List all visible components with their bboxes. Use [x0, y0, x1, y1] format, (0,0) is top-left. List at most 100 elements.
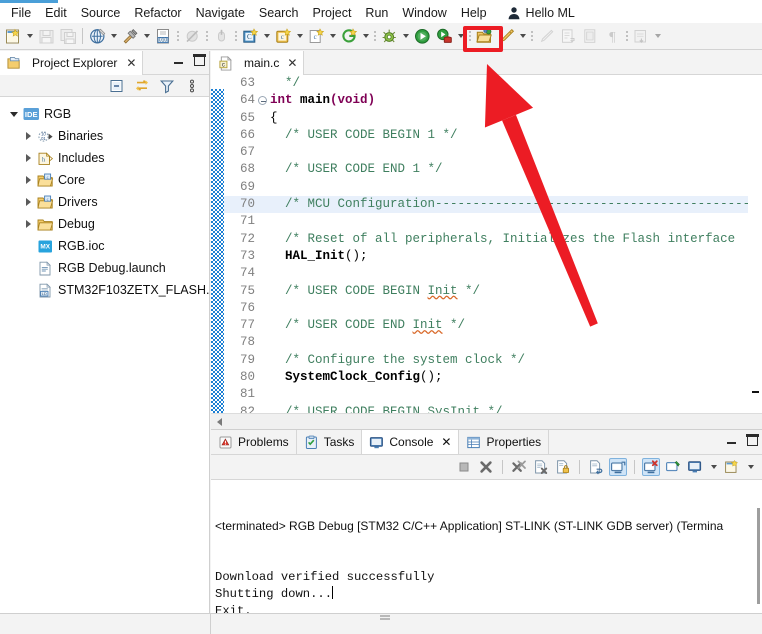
code-line[interactable]: 78 [224, 334, 762, 351]
code-line[interactable]: 64 int main(void) [224, 92, 762, 109]
code-line[interactable]: 66 /* USER CODE BEGIN 1 */ [224, 127, 762, 144]
code-line[interactable]: 67 [224, 144, 762, 161]
tree-item-rgb-debug-launch[interactable]: RGB Debug.launch [0, 257, 209, 279]
tree-item-debug[interactable]: Debug [0, 213, 209, 235]
code-line[interactable]: 72 /* Reset of all peripherals, Initiali… [224, 231, 762, 248]
menu-item-project[interactable]: Project [306, 4, 359, 22]
close-icon[interactable]: ✕ [287, 57, 297, 69]
chevron-down-icon[interactable] [455, 25, 466, 47]
terminate-console-button[interactable] [455, 458, 473, 476]
menu-item-help[interactable]: Help [454, 4, 494, 22]
show-console-on-error-button[interactable] [642, 458, 660, 476]
chevron-down-icon[interactable] [400, 25, 411, 47]
menu-item-navigate[interactable]: Navigate [189, 4, 252, 22]
chevron-down-icon[interactable] [294, 25, 305, 47]
source-code-lines[interactable]: 63 */64 int main(void) 65{66 /* USER CODE … [224, 75, 762, 429]
console-vertical-scrollbar[interactable] [757, 508, 760, 604]
fold-collapse-icon[interactable] [256, 92, 269, 109]
chevron-down-icon[interactable] [141, 25, 152, 47]
show-console-on-output-button[interactable] [609, 458, 627, 476]
code-line[interactable]: 68 /* USER CODE END 1 */ [224, 161, 762, 178]
code-line[interactable]: 75 /* USER CODE BEGIN Init */ [224, 283, 762, 300]
code-line[interactable]: 79 /* Configure the system clock */ [224, 352, 762, 369]
code-line[interactable]: 80 SystemClock_Config(); [224, 369, 762, 386]
code-line[interactable]: 76 [224, 300, 762, 317]
search-pen-button[interactable] [495, 25, 517, 47]
clear-console-button[interactable] [532, 458, 550, 476]
close-icon[interactable]: ✕ [441, 435, 451, 449]
chevron-down-icon[interactable] [708, 458, 719, 476]
panel-resize-grip[interactable] [380, 615, 390, 620]
tree-item-stm32f103zetx-flash-ld[interactable]: LD STM32F103ZETX_FLASH.ld [0, 279, 209, 301]
menu-item-file[interactable]: File [4, 4, 38, 22]
pin-console-button[interactable] [664, 458, 682, 476]
collapse-all-button[interactable] [109, 78, 125, 94]
new-button[interactable] [2, 25, 24, 47]
menu-item-refactor[interactable]: Refactor [127, 4, 188, 22]
minimize-icon[interactable] [726, 435, 737, 446]
view-menu-button[interactable] [184, 78, 200, 94]
chevron-down-icon[interactable] [745, 458, 756, 476]
menu-item-window[interactable]: Window [395, 4, 453, 22]
chevron-right-icon[interactable] [20, 194, 36, 210]
new-c-cpp-project-button[interactable]: C [239, 25, 261, 47]
menu-item-search[interactable]: Search [252, 4, 306, 22]
maximize-icon[interactable] [193, 54, 206, 66]
run-button[interactable] [411, 25, 433, 47]
chevron-right-icon[interactable] [20, 128, 36, 144]
minimize-icon[interactable] [173, 55, 184, 66]
word-wrap-button[interactable] [587, 458, 605, 476]
editor-overview-ruler[interactable] [748, 75, 762, 413]
debug-button[interactable] [378, 25, 400, 47]
chevron-right-icon[interactable] [20, 172, 36, 188]
new-class-button[interactable]: c [272, 25, 294, 47]
new-source-file-button[interactable]: c [305, 25, 327, 47]
editor-horizontal-scrollbar[interactable] [211, 413, 762, 429]
maximize-icon[interactable] [746, 434, 759, 446]
build-button[interactable] [119, 25, 141, 47]
new-stm32-project-button[interactable] [338, 25, 360, 47]
tree-item-core[interactable]: c Core [0, 169, 209, 191]
link-with-editor-button[interactable] [134, 78, 150, 94]
tree-item-drivers[interactable]: c Drivers [0, 191, 209, 213]
console-output[interactable]: <terminated> RGB Debug [STM32 C/C++ Appl… [211, 480, 762, 614]
tab-problems[interactable]: Problems [211, 430, 297, 454]
remove-all-consoles-button[interactable] [510, 458, 528, 476]
chevron-down-icon[interactable] [24, 25, 35, 47]
editor-marker-bar[interactable] [211, 75, 224, 413]
binary-button[interactable]: 010 [152, 25, 174, 47]
chevron-down-icon[interactable] [6, 106, 22, 122]
open-console-button[interactable] [723, 458, 741, 476]
code-line[interactable]: 81 [224, 386, 762, 403]
code-line[interactable]: 69 [224, 179, 762, 196]
chevron-down-icon[interactable] [517, 25, 528, 47]
tree-item-includes[interactable]: h Includes [0, 147, 209, 169]
menu-item-edit[interactable]: Edit [38, 4, 74, 22]
code-line[interactable]: 63 */ [224, 75, 762, 92]
chevron-down-icon[interactable] [327, 25, 338, 47]
tree-item-rgb[interactable]: IDE RGB [0, 103, 209, 125]
code-line[interactable]: 73 HAL_Init(); [224, 248, 762, 265]
display-selected-console-button[interactable] [686, 458, 704, 476]
code-line[interactable]: 65 { [224, 110, 762, 127]
chevron-right-icon[interactable] [20, 216, 36, 232]
code-line[interactable]: 77 /* USER CODE END Init */ [224, 317, 762, 334]
chevron-right-icon[interactable] [20, 150, 36, 166]
menu-item-run[interactable]: Run [358, 4, 395, 22]
tab-console[interactable]: Console ✕ [362, 430, 460, 454]
tab-tasks[interactable]: Tasks [297, 430, 363, 454]
chevron-down-icon[interactable] [360, 25, 371, 47]
scroll-lock-button[interactable] [554, 458, 572, 476]
remove-console-button[interactable] [477, 458, 495, 476]
tree-item-rgb-ioc[interactable]: MX RGB.ioc [0, 235, 209, 257]
code-line[interactable]: 70 /* MCU Configuration-----------------… [224, 196, 762, 214]
open-folder-button[interactable] [473, 25, 495, 47]
user-account-button[interactable]: Hello ML [500, 4, 582, 22]
code-area[interactable]: 63 */64 int main(void) 65{66 /* USER CODE … [211, 75, 762, 429]
menu-item-source[interactable]: Source [74, 4, 128, 22]
chevron-down-icon[interactable] [108, 25, 119, 47]
code-line[interactable]: 74 [224, 265, 762, 282]
build-all-button[interactable] [86, 25, 108, 47]
close-icon[interactable]: ✕ [126, 57, 136, 69]
scroll-left-arrow-icon[interactable] [211, 414, 227, 429]
